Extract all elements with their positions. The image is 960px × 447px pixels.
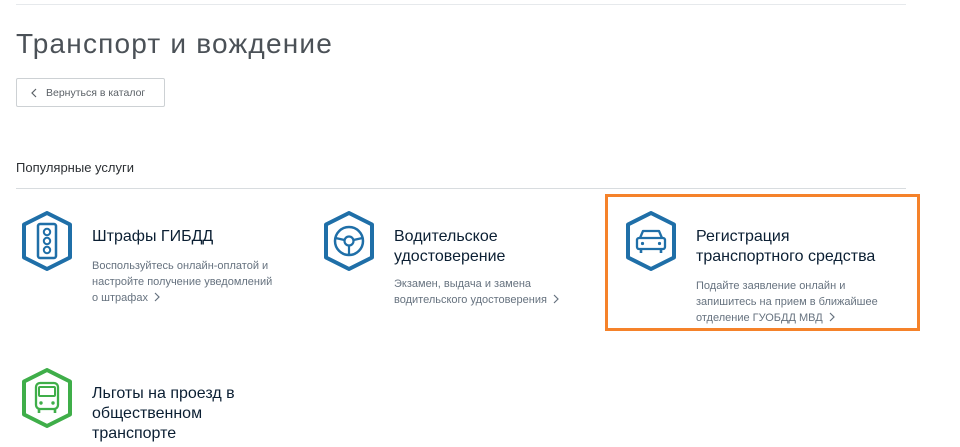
section-divider — [16, 188, 906, 189]
page-title: Транспорт и вождение — [16, 28, 333, 59]
chevron-right-icon — [829, 311, 835, 327]
service-description: Подайте заявление онлайн и запишитесь на… — [696, 278, 906, 327]
steering-wheel-icon — [320, 211, 378, 271]
traffic-light-icon — [18, 211, 76, 271]
back-to-catalog-button[interactable]: Вернуться в каталог — [16, 78, 165, 107]
service-description: Экзамен, выдача и замена водительского у… — [394, 276, 594, 309]
chevron-left-icon — [31, 88, 37, 98]
service-card-fines[interactable]: Штрафы ГИБДД Воспользуйтесь онлайн-оплат… — [18, 211, 298, 311]
bus-icon — [18, 368, 76, 428]
car-icon — [622, 211, 680, 271]
service-card-driver-license[interactable]: Водительское удостоверение Экзамен, выда… — [320, 211, 600, 311]
back-button-label: Вернуться в каталог — [46, 86, 146, 99]
chevron-right-icon — [154, 291, 160, 307]
service-title[interactable]: Штрафы ГИБДД — [92, 227, 292, 247]
top-divider — [16, 4, 906, 5]
service-card-transport-benefits[interactable]: Льготы на проезд в общественном транспор… — [18, 368, 298, 447]
service-title[interactable]: Льготы на проезд в общественном транспор… — [92, 384, 292, 444]
service-title[interactable]: Водительское удостоверение — [394, 227, 594, 267]
chevron-right-icon — [553, 293, 559, 309]
service-title[interactable]: Регистрация транспортного средства — [696, 227, 906, 267]
service-card-vehicle-registration[interactable]: Регистрация транспортного средства Подай… — [622, 211, 912, 324]
section-title: Популярные услуги — [16, 160, 134, 175]
service-description: Воспользуйтесь онлайн-оплатой и настройт… — [92, 258, 292, 307]
